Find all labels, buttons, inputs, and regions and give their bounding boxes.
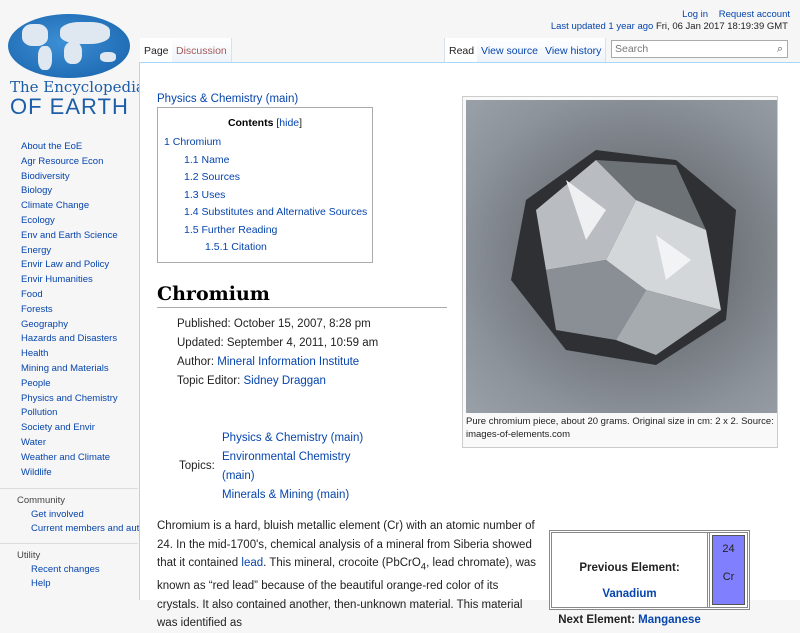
sidebar-item[interactable]: Health bbox=[0, 347, 138, 362]
tab-discussion[interactable]: Discussion bbox=[172, 38, 232, 62]
utility-heading: Utility bbox=[17, 550, 41, 562]
community-portal: Community Get involved Current members a… bbox=[0, 488, 158, 535]
login-link[interactable]: Log in bbox=[682, 9, 708, 20]
sidebar-item-recent-changes[interactable]: Recent changes bbox=[0, 564, 138, 576]
topic-link[interactable]: Physics & Chemistry (main) bbox=[222, 429, 382, 448]
topic-link[interactable]: Minerals & Mining (main) bbox=[222, 486, 382, 505]
previous-element-link[interactable]: Vanadium bbox=[602, 588, 656, 600]
sidebar-item[interactable]: Forests bbox=[0, 303, 138, 318]
community-heading: Community bbox=[17, 495, 66, 507]
element-navigation-box: Previous Element: Vanadium Next Element:… bbox=[549, 530, 750, 626]
last-updated: Last updated 1 year ago Fri, 06 Jan 2017… bbox=[551, 21, 788, 32]
toc-entry[interactable]: 1.1 Name bbox=[158, 152, 372, 170]
page-title: Chromium bbox=[157, 283, 447, 308]
table-of-contents: Contents [hide] 1 Chromium 1.1 Name 1.2 … bbox=[157, 107, 373, 263]
main-content: Physics & Chemistry (main) Contents [hid… bbox=[139, 62, 800, 629]
search-icon[interactable]: ⌕ bbox=[777, 41, 783, 57]
tab-page[interactable]: Page bbox=[140, 38, 174, 62]
sidebar-item[interactable]: Climate Change bbox=[0, 199, 138, 214]
sidebar-item[interactable]: Biodiversity bbox=[0, 170, 138, 185]
tab-view-history[interactable]: View history bbox=[541, 38, 607, 62]
last-updated-ago[interactable]: 1 year ago bbox=[608, 21, 653, 32]
personal-tools: Log in Request account bbox=[674, 9, 790, 20]
sidebar-item[interactable]: Wildlife bbox=[0, 466, 138, 481]
sidebar-item[interactable]: Hazards and Disasters bbox=[0, 332, 138, 347]
editor-label: Topic Editor: bbox=[177, 375, 241, 387]
sidebar-item[interactable]: Energy bbox=[0, 244, 138, 259]
tab-read[interactable]: Read bbox=[444, 38, 480, 62]
sidebar-item[interactable]: Agr Resource Econ bbox=[0, 155, 138, 170]
sidebar-item[interactable]: Weather and Climate bbox=[0, 451, 138, 466]
tab-view-source[interactable]: View source bbox=[477, 38, 544, 62]
sidebar-item-help[interactable]: Help bbox=[0, 578, 138, 590]
chromium-photo[interactable] bbox=[466, 100, 777, 413]
toc-title: Contents bbox=[227, 117, 274, 129]
search-placeholder: Search bbox=[615, 43, 649, 55]
toc-entry[interactable]: 1.2 Sources bbox=[158, 169, 372, 187]
toc-entry[interactable]: 1.5.1 Citation bbox=[158, 239, 372, 257]
sidebar-item[interactable]: Mining and Materials bbox=[0, 362, 138, 377]
next-element-label: Next Element: bbox=[558, 614, 635, 626]
editor-link[interactable]: Sidney Draggan bbox=[243, 375, 325, 387]
site-logo[interactable]: The Encyclopedia OF EARTH bbox=[6, 12, 145, 119]
sidebar-item[interactable]: Biology bbox=[0, 184, 138, 199]
toc-hide-link[interactable]: hide bbox=[279, 117, 299, 129]
lead-link[interactable]: lead bbox=[241, 557, 263, 569]
toc-entry[interactable]: 1 Chromium bbox=[158, 134, 372, 152]
atomic-number: 24 bbox=[722, 543, 735, 555]
last-updated-label[interactable]: Last updated bbox=[551, 21, 606, 32]
topic-link[interactable]: Environmental Chemistry (main) bbox=[222, 448, 382, 486]
updated-date: Updated: September 4, 2011, 10:59 am bbox=[177, 337, 379, 349]
article-meta: Published: October 15, 2007, 8:28 pm Upd… bbox=[177, 315, 387, 391]
author-label: Author: bbox=[177, 356, 215, 368]
sidebar-item[interactable]: Envir Humanities bbox=[0, 273, 138, 288]
last-updated-date: Fri, 06 Jan 2017 18:19:39 GMT bbox=[655, 21, 788, 32]
globe-logo-image bbox=[8, 14, 130, 78]
sidebar-item-get-involved[interactable]: Get involved bbox=[0, 509, 138, 521]
figure-caption: Pure chromium piece, about 20 grams. Ori… bbox=[466, 416, 774, 440]
article-paragraph: Chromium is a hard, bluish metallic elem… bbox=[157, 517, 537, 633]
toc-entry[interactable]: 1.3 Uses bbox=[158, 187, 372, 205]
chromium-rock-image bbox=[511, 150, 736, 365]
sidebar-item[interactable]: Society and Envir bbox=[0, 421, 138, 436]
image-figure: Pure chromium piece, about 20 grams. Ori… bbox=[462, 96, 778, 448]
sidebar-item[interactable]: Ecology bbox=[0, 214, 138, 229]
next-element-link[interactable]: Manganese bbox=[638, 614, 701, 626]
toc-entry[interactable]: 1.4 Substitutes and Alternative Sources bbox=[158, 204, 372, 222]
paragraph-text: . This mineral, crocoite (PbCrO bbox=[263, 557, 421, 570]
breadcrumb[interactable]: Physics & Chemistry (main) bbox=[157, 93, 298, 105]
sidebar-item-current-members[interactable]: Current members and authors bbox=[0, 523, 158, 535]
sidebar-item[interactable]: Envir Law and Policy bbox=[0, 258, 138, 273]
sidebar-item[interactable]: About the EoE bbox=[0, 140, 138, 155]
sidebar-item[interactable]: Env and Earth Science bbox=[0, 229, 138, 244]
topics-label: Topics: bbox=[179, 460, 215, 472]
sidebar-item[interactable]: Water bbox=[0, 436, 138, 451]
utility-portal: Utility Recent changes Help bbox=[0, 543, 138, 590]
sidebar-item[interactable]: Physics and Chemistry bbox=[0, 392, 138, 407]
search-input[interactable]: Search ⌕ bbox=[611, 40, 788, 58]
sidebar-item[interactable]: Geography bbox=[0, 318, 138, 333]
sidebar-item[interactable]: Pollution bbox=[0, 406, 138, 421]
sidebar-item[interactable]: Food bbox=[0, 288, 138, 303]
published-date: Published: October 15, 2007, 8:28 pm bbox=[177, 318, 371, 330]
author-link[interactable]: Mineral Information Institute bbox=[217, 356, 359, 368]
element-symbol: Cr bbox=[722, 571, 735, 583]
logo-text-line2: OF EARTH bbox=[10, 94, 129, 119]
sidebar-item[interactable]: People bbox=[0, 377, 138, 392]
previous-element-label: Previous Element: bbox=[579, 562, 680, 574]
toc-entry[interactable]: 1.5 Further Reading bbox=[158, 222, 372, 240]
sidebar-nav: About the EoE Agr Resource Econ Biodiversi… bbox=[0, 140, 158, 592]
request-account-link[interactable]: Request account bbox=[719, 9, 790, 20]
element-tile: 24 Cr bbox=[712, 535, 745, 605]
